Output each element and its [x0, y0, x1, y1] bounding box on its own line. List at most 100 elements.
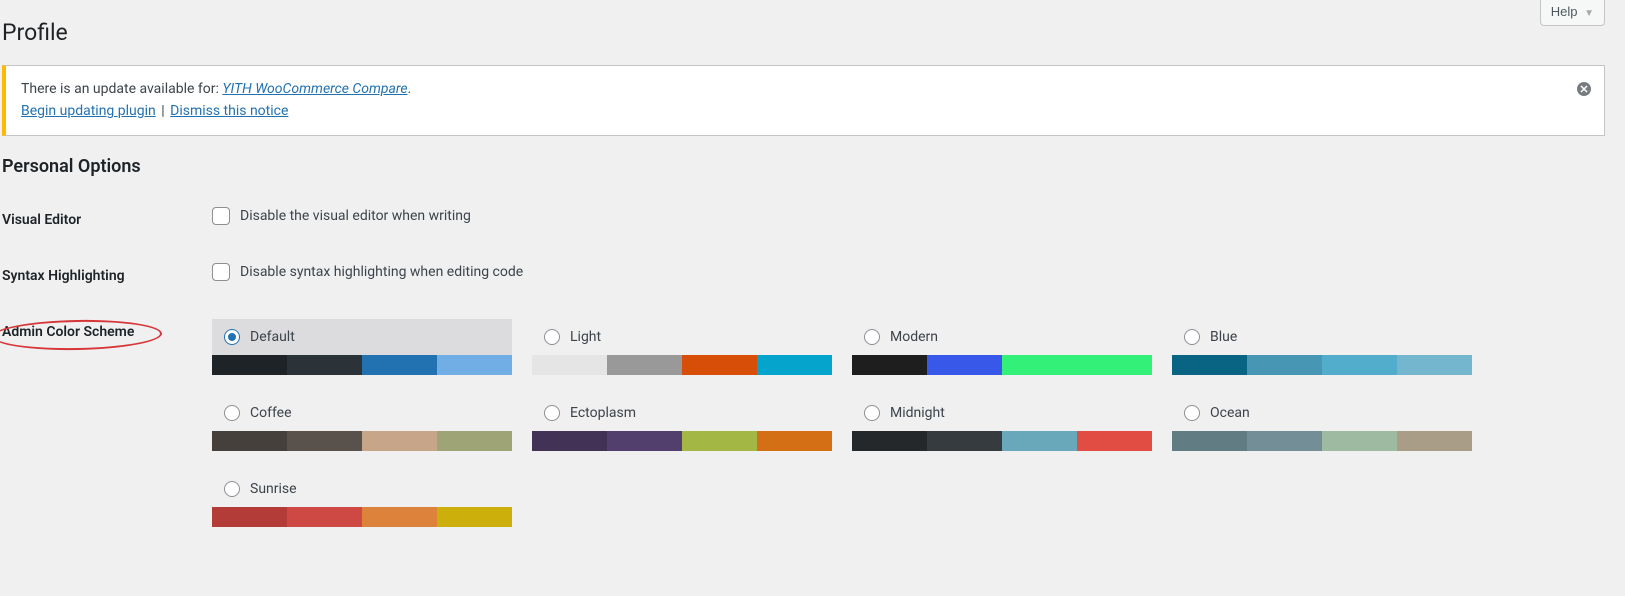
- color-swatch: [212, 507, 287, 527]
- scheme-head: Midnight: [852, 395, 1152, 431]
- scheme-swatches: [1172, 431, 1472, 451]
- scheme-swatches: [212, 355, 512, 375]
- scheme-head: Light: [532, 319, 832, 355]
- color-swatch: [1322, 355, 1397, 375]
- scheme-head: Ocean: [1172, 395, 1472, 431]
- syntax-highlighting-checkbox-label[interactable]: Disable syntax highlighting when editing…: [212, 263, 1595, 281]
- scheme-head: Modern: [852, 319, 1152, 355]
- color-scheme-option[interactable]: Ectoplasm: [532, 395, 832, 451]
- plugin-link[interactable]: YITH WooCommerce Compare: [222, 81, 407, 97]
- scheme-radio[interactable]: [224, 405, 240, 421]
- notice-text: There is an update available for:: [21, 81, 222, 97]
- color-scheme-option[interactable]: Modern: [852, 319, 1152, 375]
- separator: |: [161, 103, 168, 119]
- scheme-swatches: [852, 431, 1152, 451]
- color-swatch: [607, 431, 682, 451]
- color-swatch: [757, 355, 832, 375]
- color-swatch: [682, 431, 757, 451]
- color-scheme-option[interactable]: Default: [212, 319, 512, 375]
- color-swatch: [682, 355, 757, 375]
- scheme-name: Sunrise: [250, 481, 297, 497]
- color-swatch: [362, 355, 437, 375]
- scheme-radio[interactable]: [224, 481, 240, 497]
- scheme-name: Blue: [1210, 329, 1237, 345]
- scheme-name: Coffee: [250, 405, 292, 421]
- color-swatch: [1077, 355, 1152, 375]
- color-swatch: [1397, 431, 1472, 451]
- scheme-swatches: [1172, 355, 1472, 375]
- syntax-highlighting-label: Syntax Highlighting: [2, 248, 202, 304]
- color-swatch: [852, 355, 927, 375]
- scheme-radio[interactable]: [864, 405, 880, 421]
- scheme-head: Sunrise: [212, 471, 512, 507]
- color-swatch: [927, 431, 1002, 451]
- color-swatch: [212, 431, 287, 451]
- section-personal-options: Personal Options: [2, 156, 1605, 177]
- scheme-name: Ectoplasm: [570, 405, 636, 421]
- scheme-radio[interactable]: [224, 329, 240, 345]
- scheme-head: Default: [212, 319, 512, 355]
- help-dropdown-button[interactable]: Help ▼: [1540, 0, 1605, 26]
- color-scheme-option[interactable]: Blue: [1172, 319, 1472, 375]
- scheme-radio[interactable]: [544, 329, 560, 345]
- scheme-name: Midnight: [890, 405, 945, 421]
- color-swatch: [362, 431, 437, 451]
- scheme-swatches: [212, 431, 512, 451]
- color-swatch: [212, 355, 287, 375]
- color-swatch: [1247, 431, 1322, 451]
- color-swatch: [1002, 431, 1077, 451]
- color-swatch: [1172, 431, 1247, 451]
- color-scheme-option[interactable]: Sunrise: [212, 471, 512, 527]
- scheme-swatches: [532, 355, 832, 375]
- color-swatch: [607, 355, 682, 375]
- color-swatch: [437, 355, 512, 375]
- color-scheme-grid: Default Light Modern Blue Coffee Ectoplasm Mid…: [212, 319, 1595, 527]
- scheme-name: Modern: [890, 329, 938, 345]
- color-scheme-option[interactable]: Light: [532, 319, 832, 375]
- scheme-swatches: [852, 355, 1152, 375]
- close-icon[interactable]: [1576, 78, 1592, 107]
- color-swatch: [1002, 355, 1077, 375]
- color-swatch: [362, 507, 437, 527]
- color-scheme-option[interactable]: Coffee: [212, 395, 512, 451]
- color-swatch: [437, 507, 512, 527]
- scheme-swatches: [212, 507, 512, 527]
- color-swatch: [927, 355, 1002, 375]
- color-swatch: [287, 507, 362, 527]
- color-swatch: [1247, 355, 1322, 375]
- color-swatch: [1322, 431, 1397, 451]
- color-swatch: [287, 431, 362, 451]
- color-swatch: [532, 355, 607, 375]
- scheme-name: Ocean: [1210, 405, 1250, 421]
- color-swatch: [1172, 355, 1247, 375]
- visual-editor-label: Visual Editor: [2, 192, 202, 248]
- scheme-radio[interactable]: [1184, 329, 1200, 345]
- color-scheme-option[interactable]: Midnight: [852, 395, 1152, 451]
- visual-editor-checkbox[interactable]: [212, 207, 230, 225]
- color-swatch: [437, 431, 512, 451]
- update-notice: There is an update available for: YITH W…: [2, 65, 1605, 136]
- scheme-name: Light: [570, 329, 601, 345]
- scheme-head: Coffee: [212, 395, 512, 431]
- color-swatch: [757, 431, 832, 451]
- begin-update-link[interactable]: Begin updating plugin: [21, 103, 156, 119]
- dismiss-notice-link[interactable]: Dismiss this notice: [170, 103, 288, 119]
- color-scheme-option[interactable]: Ocean: [1172, 395, 1472, 451]
- scheme-swatches: [532, 431, 832, 451]
- scheme-radio[interactable]: [864, 329, 880, 345]
- color-swatch: [852, 431, 927, 451]
- color-swatch: [532, 431, 607, 451]
- visual-editor-checkbox-label[interactable]: Disable the visual editor when writing: [212, 207, 1595, 225]
- syntax-highlighting-checkbox[interactable]: [212, 263, 230, 281]
- color-swatch: [1397, 355, 1472, 375]
- help-label: Help: [1551, 4, 1578, 19]
- scheme-head: Blue: [1172, 319, 1472, 355]
- scheme-head: Ectoplasm: [532, 395, 832, 431]
- annotation-ellipse: [0, 318, 162, 351]
- scheme-name: Default: [250, 329, 295, 345]
- scheme-radio[interactable]: [544, 405, 560, 421]
- color-swatch: [287, 355, 362, 375]
- page-title: Profile: [2, 10, 1605, 50]
- scheme-radio[interactable]: [1184, 405, 1200, 421]
- color-swatch: [1077, 431, 1152, 451]
